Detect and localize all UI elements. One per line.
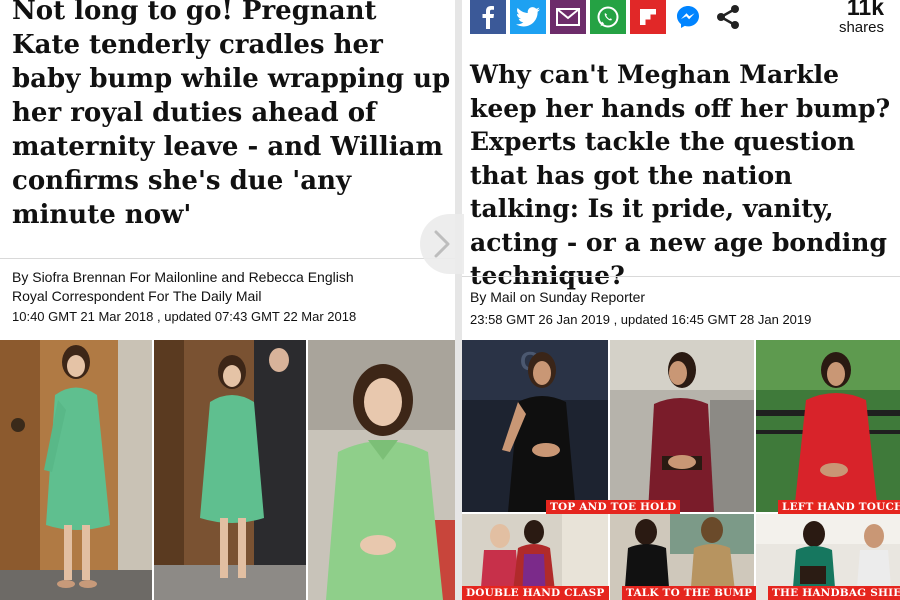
kate-article-panel: Not long to go! Pregnant Kate tenderly c…	[0, 0, 455, 600]
meghan-article-panel: 11k shares Why can't Meghan Markle keep …	[462, 0, 900, 600]
email-icon	[556, 8, 580, 26]
messenger-icon	[677, 6, 699, 28]
byline-authors: By Siofra Brennan For Mailonline and Reb…	[12, 269, 354, 285]
photo-caption: DOUBLE HAND CLASP	[462, 586, 609, 600]
kate-photo-entrance[interactable]	[154, 340, 306, 600]
meghan-photo-red-coat-image	[756, 340, 900, 512]
meghan-article-headline[interactable]: Why can't Meghan Markle keep her hands o…	[470, 58, 895, 293]
meghan-photo-burgundy-image	[610, 340, 754, 512]
kate-photo-closeup-image	[308, 340, 455, 600]
twitter-share-button[interactable]	[510, 0, 546, 34]
meghan-photo-black-dress[interactable]: Ge	[462, 340, 608, 512]
share-bar: 11k shares	[462, 0, 900, 44]
byline-authors: By Mail on Sunday Reporter	[470, 289, 646, 305]
kate-article-byline: By Siofra Brennan For Mailonline and Reb…	[12, 268, 356, 326]
meghan-photo-red-coat[interactable]	[756, 340, 900, 512]
whatsapp-share-button[interactable]	[590, 0, 626, 34]
facebook-icon	[482, 6, 494, 29]
divider	[462, 276, 900, 277]
photo-caption: TOP AND TOE HOLD	[546, 500, 681, 514]
photo-caption: TALK TO THE BUMP	[622, 586, 757, 600]
divider	[0, 258, 455, 259]
meghan-article-byline: By Mail on Sunday Reporter 23:58 GMT 26 …	[470, 288, 811, 329]
email-share-button[interactable]	[550, 0, 586, 34]
kate-photo-entrance-image	[154, 340, 306, 600]
kate-article-headline[interactable]: Not long to go! Pregnant Kate tenderly c…	[12, 0, 452, 232]
twitter-icon	[516, 7, 540, 27]
share-icon	[717, 5, 739, 29]
share-count: 11k shares	[839, 0, 884, 36]
messenger-share-button[interactable]	[670, 0, 706, 34]
panel-gutter	[455, 0, 462, 600]
kate-photo-doorway[interactable]	[0, 340, 152, 600]
kate-photo-doorway-image	[0, 340, 152, 600]
article-date: 10:40 GMT 21 Mar 2018 , updated 07:43 GM…	[12, 309, 357, 324]
flipboard-icon	[640, 9, 656, 25]
share-count-label: shares	[838, 19, 884, 36]
flipboard-share-button[interactable]	[630, 0, 666, 34]
share-count-number: 11k	[846, 0, 884, 20]
article-date: 23:58 GMT 26 Jan 2019 , updated 16:45 GM…	[470, 312, 812, 327]
photo-caption: LEFT HAND TOUCH	[778, 500, 900, 514]
more-share-button[interactable]	[710, 0, 746, 34]
facebook-share-button[interactable]	[470, 0, 506, 34]
kate-photo-closeup[interactable]	[308, 340, 455, 600]
whatsapp-icon	[597, 6, 619, 28]
photo-caption: THE HANDBAG SHIELD	[768, 586, 900, 600]
byline-role: Royal Correspondent For The Daily Mail	[12, 288, 262, 304]
chevron-right-icon	[434, 230, 450, 258]
meghan-photo-black-dress-image: Ge	[462, 340, 608, 512]
meghan-photo-burgundy[interactable]	[610, 340, 754, 512]
